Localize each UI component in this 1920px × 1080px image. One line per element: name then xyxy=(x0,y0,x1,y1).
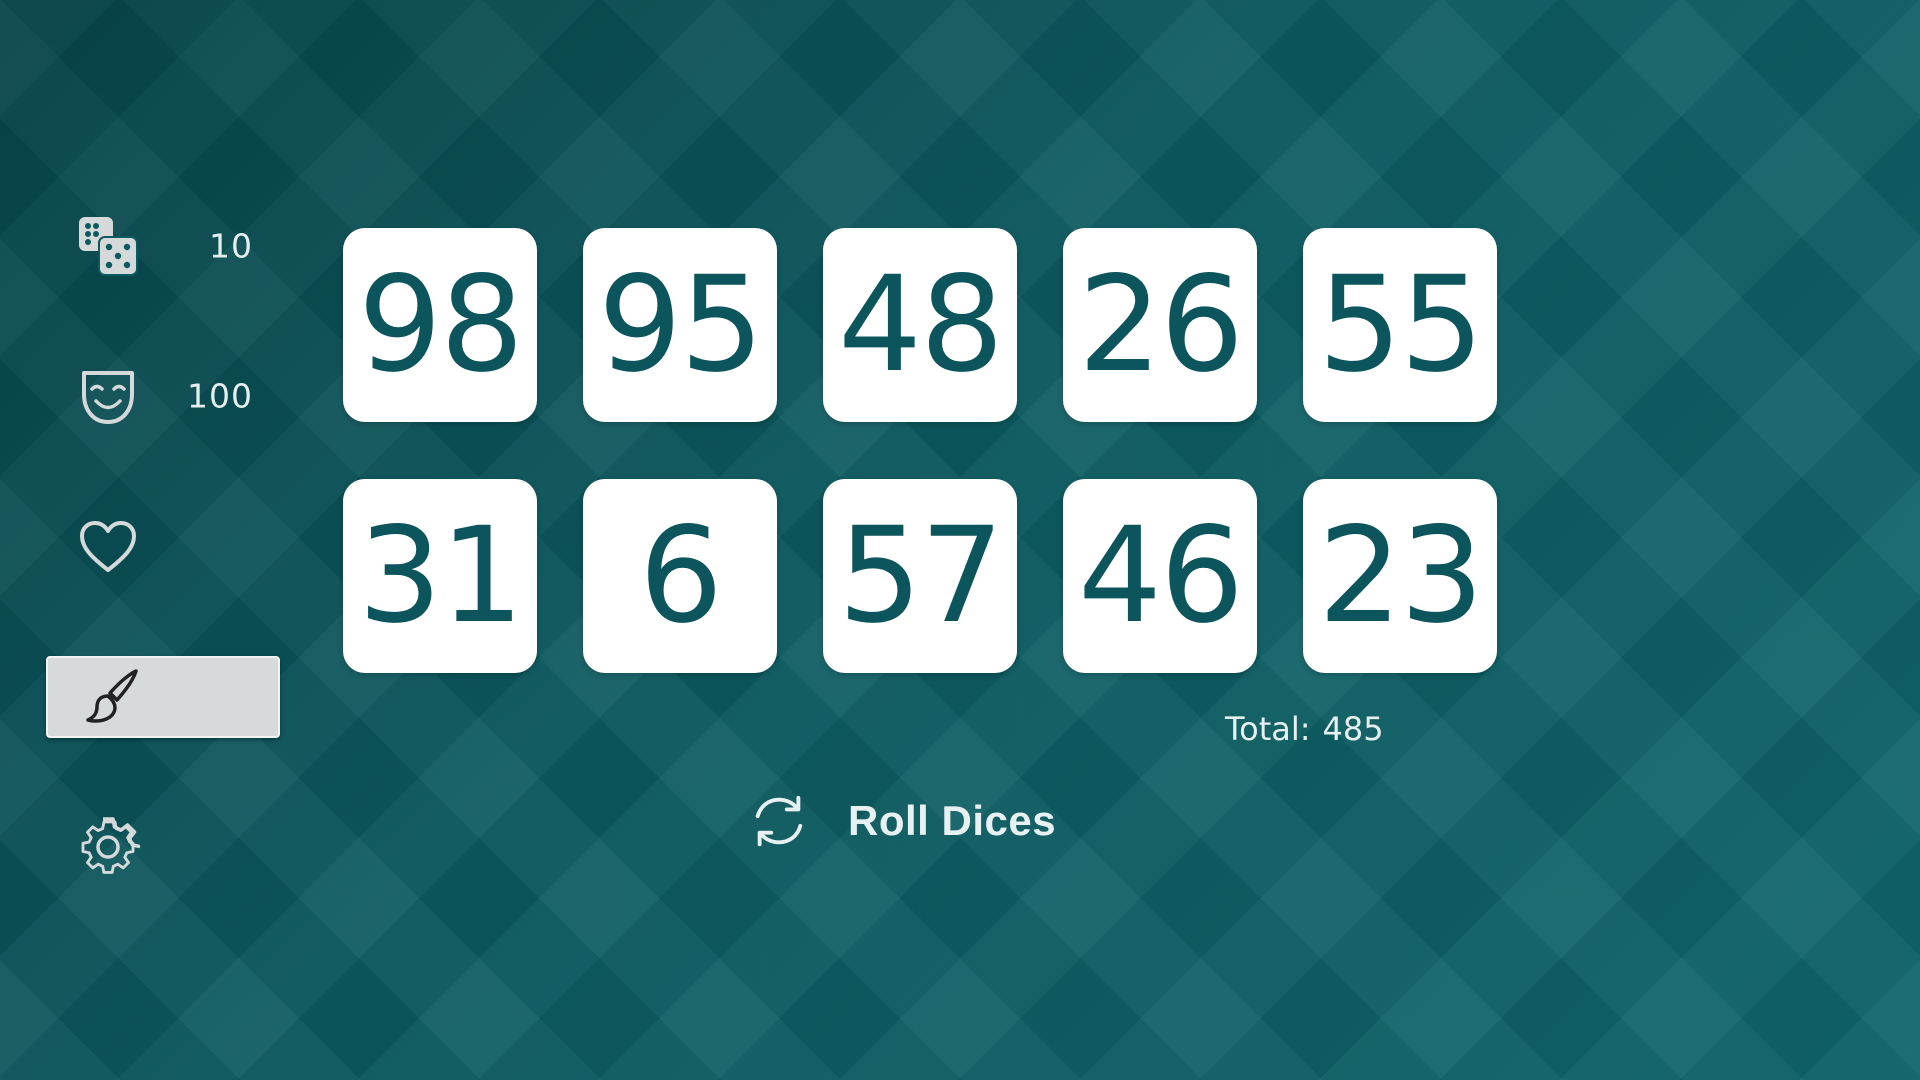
die-face[interactable]: 6 xyxy=(583,479,777,673)
die-face[interactable]: 48 xyxy=(823,228,1017,422)
total-value: 485 xyxy=(1322,710,1384,748)
max-value-value: 100 xyxy=(187,376,253,416)
theme-button[interactable] xyxy=(46,656,280,738)
die-face[interactable]: 95 xyxy=(583,228,777,422)
die-face[interactable]: 55 xyxy=(1303,228,1497,422)
paintbrush-icon xyxy=(80,665,144,729)
roll-dices-label: Roll Dices xyxy=(848,797,1057,844)
dice-icon xyxy=(76,214,140,278)
total-display: Total: 485 xyxy=(1225,710,1384,748)
refresh-icon xyxy=(748,790,810,852)
total-label: Total: xyxy=(1225,710,1311,748)
sidebar: 10 100 xyxy=(0,0,300,1080)
die-face[interactable]: 46 xyxy=(1063,479,1257,673)
dice-count-button[interactable]: 10 xyxy=(46,205,280,287)
settings-button[interactable] xyxy=(46,806,280,888)
die-face[interactable]: 31 xyxy=(343,479,537,673)
gear-icon xyxy=(76,815,140,879)
die-face[interactable]: 26 xyxy=(1063,228,1257,422)
die-face[interactable]: 23 xyxy=(1303,479,1497,673)
favorites-button[interactable] xyxy=(46,506,280,588)
die-face[interactable]: 57 xyxy=(823,479,1017,673)
theater-mask-icon xyxy=(76,364,140,428)
heart-icon xyxy=(76,515,140,579)
dice-count-value: 10 xyxy=(209,226,253,266)
roll-dices-button[interactable]: Roll Dices xyxy=(748,788,1056,854)
max-value-button[interactable]: 100 xyxy=(46,355,280,437)
dice-grid: 98 95 48 26 55 31 6 57 46 23 xyxy=(343,228,1497,673)
die-face[interactable]: 98 xyxy=(343,228,537,422)
